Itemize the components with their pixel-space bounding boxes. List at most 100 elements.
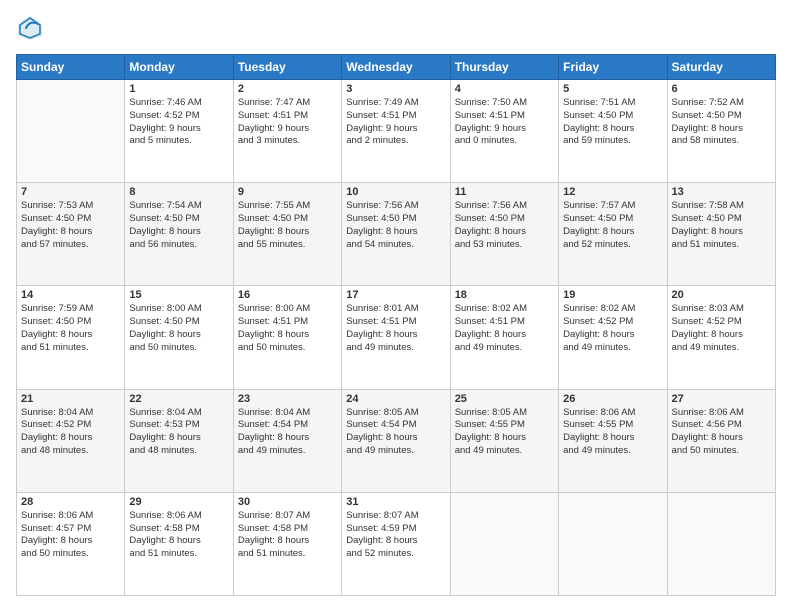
calendar-cell: 13 Sunrise: 7:58 AM Sunset: 4:50 PM Dayli…: [667, 183, 775, 286]
day-info: Sunrise: 8:05 AM Sunset: 4:55 PM Dayligh…: [455, 407, 554, 458]
calendar-cell: 17 Sunrise: 8:01 AM Sunset: 4:51 PM Dayli…: [342, 286, 450, 389]
day-number: 2: [238, 83, 337, 95]
day-number: 14: [21, 289, 120, 301]
calendar-cell: [559, 492, 667, 595]
day-number: 8: [129, 186, 228, 198]
day-number: 3: [346, 83, 445, 95]
calendar-week-row: 28 Sunrise: 8:06 AM Sunset: 4:57 PM Dayli…: [17, 492, 776, 595]
day-number: 10: [346, 186, 445, 198]
logo-icon: [16, 14, 44, 42]
calendar-cell: 11 Sunrise: 7:56 AM Sunset: 4:50 PM Dayli…: [450, 183, 558, 286]
weekday-header-row: SundayMondayTuesdayWednesdayThursdayFrid…: [17, 55, 776, 80]
weekday-header-wednesday: Wednesday: [342, 55, 450, 80]
weekday-header-thursday: Thursday: [450, 55, 558, 80]
day-number: 25: [455, 393, 554, 405]
calendar-cell: 26 Sunrise: 8:06 AM Sunset: 4:55 PM Dayli…: [559, 389, 667, 492]
calendar-cell: 25 Sunrise: 8:05 AM Sunset: 4:55 PM Dayli…: [450, 389, 558, 492]
day-info: Sunrise: 8:02 AM Sunset: 4:51 PM Dayligh…: [455, 303, 554, 354]
weekday-header-saturday: Saturday: [667, 55, 775, 80]
calendar-cell: 12 Sunrise: 7:57 AM Sunset: 4:50 PM Dayli…: [559, 183, 667, 286]
logo: [16, 16, 46, 44]
calendar-cell: 10 Sunrise: 7:56 AM Sunset: 4:50 PM Dayli…: [342, 183, 450, 286]
calendar-week-row: 21Sunrise: 8:04 AM Sunset: 4:52 PM Dayli…: [17, 389, 776, 492]
header: [16, 16, 776, 44]
day-number: 17: [346, 289, 445, 301]
day-info: Sunrise: 8:01 AM Sunset: 4:51 PM Dayligh…: [346, 303, 445, 354]
calendar-cell: 19 Sunrise: 8:02 AM Sunset: 4:52 PM Dayli…: [559, 286, 667, 389]
day-number: 28: [21, 496, 120, 508]
day-info: Sunrise: 7:58 AM Sunset: 4:50 PM Dayligh…: [672, 200, 771, 251]
weekday-header-friday: Friday: [559, 55, 667, 80]
day-info: Sunrise: 7:55 AM Sunset: 4:50 PM Dayligh…: [238, 200, 337, 251]
day-info: Sunrise: 8:06 AM Sunset: 4:58 PM Dayligh…: [129, 510, 228, 561]
day-number: 1: [129, 83, 228, 95]
calendar-week-row: 1 Sunrise: 7:46 AM Sunset: 4:52 PM Daylig…: [17, 80, 776, 183]
day-info: Sunrise: 8:05 AM Sunset: 4:54 PM Dayligh…: [346, 407, 445, 458]
calendar-cell: 8Sunrise: 7:54 AM Sunset: 4:50 PM Daylig…: [125, 183, 233, 286]
day-info: Sunrise: 8:04 AM Sunset: 4:52 PM Dayligh…: [21, 407, 120, 458]
calendar-cell: 27Sunrise: 8:06 AM Sunset: 4:56 PM Dayli…: [667, 389, 775, 492]
day-number: 12: [563, 186, 662, 198]
day-number: 13: [672, 186, 771, 198]
calendar-week-row: 14 Sunrise: 7:59 AM Sunset: 4:50 PM Dayli…: [17, 286, 776, 389]
day-number: 26: [563, 393, 662, 405]
day-number: 23: [238, 393, 337, 405]
calendar-cell: 2 Sunrise: 7:47 AM Sunset: 4:51 PM Daylig…: [233, 80, 341, 183]
weekday-header-monday: Monday: [125, 55, 233, 80]
day-number: 11: [455, 186, 554, 198]
day-info: Sunrise: 7:47 AM Sunset: 4:51 PM Dayligh…: [238, 97, 337, 148]
day-info: Sunrise: 7:59 AM Sunset: 4:50 PM Dayligh…: [21, 303, 120, 354]
day-number: 15: [129, 289, 228, 301]
day-number: 5: [563, 83, 662, 95]
day-info: Sunrise: 8:06 AM Sunset: 4:55 PM Dayligh…: [563, 407, 662, 458]
day-number: 24: [346, 393, 445, 405]
calendar-cell: 18 Sunrise: 8:02 AM Sunset: 4:51 PM Dayli…: [450, 286, 558, 389]
day-info: Sunrise: 7:51 AM Sunset: 4:50 PM Dayligh…: [563, 97, 662, 148]
day-number: 18: [455, 289, 554, 301]
calendar-cell: 24 Sunrise: 8:05 AM Sunset: 4:54 PM Dayli…: [342, 389, 450, 492]
calendar-cell: 20 Sunrise: 8:03 AM Sunset: 4:52 PM Dayli…: [667, 286, 775, 389]
day-info: Sunrise: 8:02 AM Sunset: 4:52 PM Dayligh…: [563, 303, 662, 354]
calendar-cell: 4 Sunrise: 7:50 AM Sunset: 4:51 PM Daylig…: [450, 80, 558, 183]
calendar-cell: 22 Sunrise: 8:04 AM Sunset: 4:53 PM Dayli…: [125, 389, 233, 492]
calendar-cell: 23 Sunrise: 8:04 AM Sunset: 4:54 PM Dayli…: [233, 389, 341, 492]
calendar-cell: 30 Sunrise: 8:07 AM Sunset: 4:58 PM Dayli…: [233, 492, 341, 595]
calendar-cell: 29 Sunrise: 8:06 AM Sunset: 4:58 PM Dayli…: [125, 492, 233, 595]
weekday-header-tuesday: Tuesday: [233, 55, 341, 80]
calendar-cell: 1 Sunrise: 7:46 AM Sunset: 4:52 PM Daylig…: [125, 80, 233, 183]
day-info: Sunrise: 7:49 AM Sunset: 4:51 PM Dayligh…: [346, 97, 445, 148]
calendar-cell: 6 Sunrise: 7:52 AM Sunset: 4:50 PM Daylig…: [667, 80, 775, 183]
day-info: Sunrise: 8:07 AM Sunset: 4:59 PM Dayligh…: [346, 510, 445, 561]
day-number: 22: [129, 393, 228, 405]
calendar-cell: 21Sunrise: 8:04 AM Sunset: 4:52 PM Dayli…: [17, 389, 125, 492]
calendar-cell: 31 Sunrise: 8:07 AM Sunset: 4:59 PM Dayli…: [342, 492, 450, 595]
day-info: Sunrise: 7:46 AM Sunset: 4:52 PM Dayligh…: [129, 97, 228, 148]
day-number: 20: [672, 289, 771, 301]
day-number: 29: [129, 496, 228, 508]
day-info: Sunrise: 8:04 AM Sunset: 4:54 PM Dayligh…: [238, 407, 337, 458]
day-info: Sunrise: 8:03 AM Sunset: 4:52 PM Dayligh…: [672, 303, 771, 354]
day-info: Sunrise: 7:56 AM Sunset: 4:50 PM Dayligh…: [346, 200, 445, 251]
day-info: Sunrise: 8:04 AM Sunset: 4:53 PM Dayligh…: [129, 407, 228, 458]
calendar-cell: 28 Sunrise: 8:06 AM Sunset: 4:57 PM Dayli…: [17, 492, 125, 595]
day-info: Sunrise: 8:06 AM Sunset: 4:57 PM Dayligh…: [21, 510, 120, 561]
day-number: 6: [672, 83, 771, 95]
day-info: Sunrise: 7:56 AM Sunset: 4:50 PM Dayligh…: [455, 200, 554, 251]
calendar-table: SundayMondayTuesdayWednesdayThursdayFrid…: [16, 54, 776, 596]
day-number: 4: [455, 83, 554, 95]
day-number: 19: [563, 289, 662, 301]
calendar-cell: 16Sunrise: 8:00 AM Sunset: 4:51 PM Dayli…: [233, 286, 341, 389]
calendar-cell: 14 Sunrise: 7:59 AM Sunset: 4:50 PM Dayli…: [17, 286, 125, 389]
day-info: Sunrise: 8:00 AM Sunset: 4:51 PM Dayligh…: [238, 303, 337, 354]
day-info: Sunrise: 8:07 AM Sunset: 4:58 PM Dayligh…: [238, 510, 337, 561]
day-info: Sunrise: 7:50 AM Sunset: 4:51 PM Dayligh…: [455, 97, 554, 148]
day-info: Sunrise: 7:57 AM Sunset: 4:50 PM Dayligh…: [563, 200, 662, 251]
day-info: Sunrise: 8:00 AM Sunset: 4:50 PM Dayligh…: [129, 303, 228, 354]
page: SundayMondayTuesdayWednesdayThursdayFrid…: [0, 0, 792, 612]
day-info: Sunrise: 7:53 AM Sunset: 4:50 PM Dayligh…: [21, 200, 120, 251]
calendar-cell: 9Sunrise: 7:55 AM Sunset: 4:50 PM Daylig…: [233, 183, 341, 286]
day-info: Sunrise: 7:52 AM Sunset: 4:50 PM Dayligh…: [672, 97, 771, 148]
day-number: 31: [346, 496, 445, 508]
calendar-week-row: 7Sunrise: 7:53 AM Sunset: 4:50 PM Daylig…: [17, 183, 776, 286]
day-number: 30: [238, 496, 337, 508]
